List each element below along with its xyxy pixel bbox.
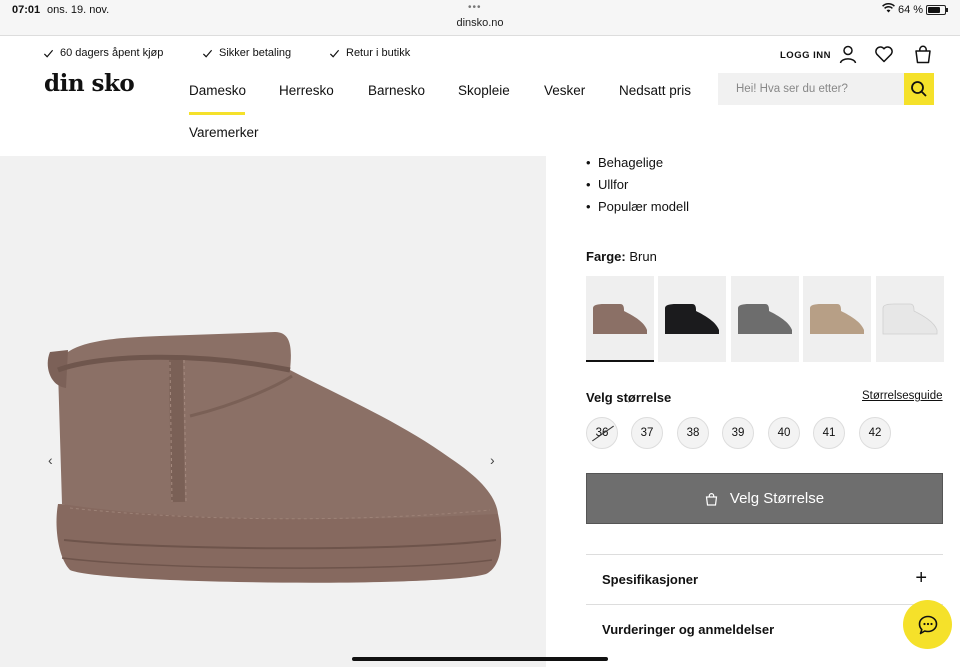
color-label: Farge: Brun xyxy=(586,249,657,264)
wifi-icon xyxy=(882,3,895,13)
size-option[interactable]: 39 xyxy=(722,417,754,449)
search-button[interactable] xyxy=(904,73,934,105)
search-input[interactable] xyxy=(718,73,904,105)
size-option-unavailable[interactable]: 36 xyxy=(586,417,618,449)
product-image xyxy=(47,332,502,583)
login-link[interactable]: LOGG INN xyxy=(780,50,831,61)
site-logo[interactable]: din sko xyxy=(44,70,135,97)
size-option[interactable]: 38 xyxy=(677,417,709,449)
usp-item: 60 dagers åpent kjøp xyxy=(43,47,163,59)
swatch-shoe-image xyxy=(882,303,938,335)
swatch-shoe-image xyxy=(810,304,864,334)
check-icon xyxy=(202,49,213,58)
color-swatch-beige[interactable] xyxy=(803,276,871,362)
status-date: ons. 19. nov. xyxy=(47,4,110,16)
nav-varemerker[interactable]: Varemerker xyxy=(189,125,259,140)
color-swatch-black[interactable] xyxy=(658,276,726,362)
select-size-button[interactable]: Velg Størrelse xyxy=(586,473,943,524)
size-option[interactable]: 42 xyxy=(859,417,891,449)
swatch-shoe-image xyxy=(665,304,719,334)
nav-nedsatt-pris[interactable]: Nedsatt pris xyxy=(619,83,691,98)
cart-icon[interactable] xyxy=(913,44,933,64)
swatch-shoe-image xyxy=(738,304,792,334)
usp-item: Retur i butikk xyxy=(329,47,410,59)
battery-percent: 64 % xyxy=(898,4,924,16)
bag-icon xyxy=(705,492,718,506)
feature-list: Behagelige Ullfor Populær modell xyxy=(586,152,689,218)
status-bar: 07:01 ons. 19. nov. ••• dinsko.no 64 % xyxy=(0,0,960,36)
color-value: Brun xyxy=(629,249,657,264)
feature-item: Ullfor xyxy=(586,174,689,196)
heart-icon[interactable] xyxy=(874,44,894,64)
nav-vesker[interactable]: Vesker xyxy=(544,83,585,98)
product-gallery[interactable]: ‹ › xyxy=(0,156,546,667)
size-title: Velg størrelse xyxy=(586,390,672,405)
accordion-reviews[interactable]: Vurderinger og anmeldelser xyxy=(586,604,943,654)
site-header: 60 dagers åpent kjøp Sikker betaling Ret… xyxy=(0,36,960,156)
color-swatch-white[interactable] xyxy=(876,276,944,362)
search-icon xyxy=(911,81,927,97)
status-time: 07:01 xyxy=(12,4,41,16)
accordion-specifications[interactable]: Spesifikasjoner + xyxy=(586,554,943,604)
size-option[interactable]: 40 xyxy=(768,417,800,449)
check-icon xyxy=(43,49,54,58)
feature-item: Behagelige xyxy=(586,152,689,174)
plus-icon: + xyxy=(915,567,927,589)
size-guide-link[interactable]: Størrelsesguide xyxy=(862,390,943,402)
chat-button[interactable] xyxy=(903,600,952,649)
nav-damesko[interactable]: Damesko xyxy=(189,83,246,98)
check-icon xyxy=(329,49,340,58)
nav-barnesko[interactable]: Barnesko xyxy=(368,83,425,98)
nav-active-indicator xyxy=(189,112,245,115)
nav-herresko[interactable]: Herresko xyxy=(279,83,334,98)
product-info-panel: Behagelige Ullfor Populær modell Farge: … xyxy=(547,152,960,667)
home-indicator[interactable] xyxy=(352,657,608,661)
tab-menu-icon[interactable]: ••• xyxy=(468,2,482,13)
usp-item: Sikker betaling xyxy=(202,47,291,59)
color-swatch-grey[interactable] xyxy=(731,276,799,362)
chat-icon xyxy=(918,615,937,634)
battery-icon xyxy=(926,5,948,15)
size-option[interactable]: 37 xyxy=(631,417,663,449)
color-swatch-brown[interactable] xyxy=(586,276,654,362)
address-bar[interactable]: dinsko.no xyxy=(0,17,960,29)
swatch-shoe-image xyxy=(593,304,647,334)
feature-item: Populær modell xyxy=(586,196,689,218)
nav-skopleie[interactable]: Skopleie xyxy=(458,83,510,98)
size-option[interactable]: 41 xyxy=(813,417,845,449)
user-icon[interactable] xyxy=(838,44,858,64)
